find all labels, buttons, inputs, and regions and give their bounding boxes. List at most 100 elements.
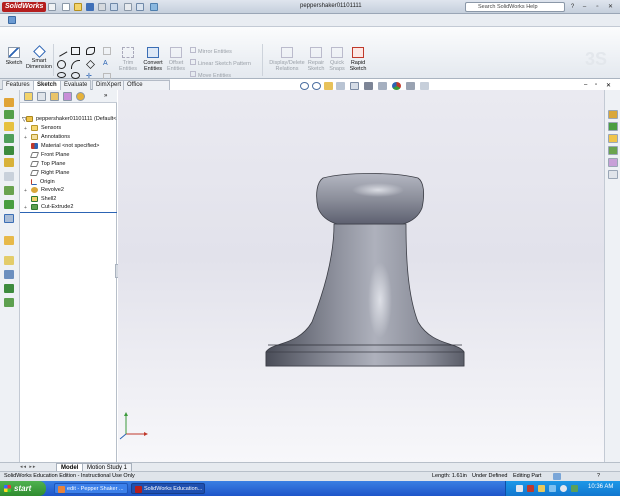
tab-sketch[interactable]: Sketch [33, 80, 61, 90]
tray-icon[interactable] [571, 485, 578, 492]
arrow-menu-icon[interactable] [48, 3, 56, 11]
start-button[interactable]: start [0, 481, 46, 496]
arc-icon[interactable] [71, 60, 80, 69]
polygon-icon[interactable] [86, 60, 95, 69]
rebuild-icon[interactable] [136, 3, 144, 11]
open-folder-icon[interactable] [74, 3, 82, 11]
tray-icon[interactable] [527, 485, 534, 492]
apply-scene-icon[interactable] [406, 82, 415, 90]
smart-dimension-button[interactable]: Smart Dimension [26, 45, 52, 70]
rib-icon[interactable] [4, 200, 14, 209]
sketch-line-icon[interactable] [4, 270, 14, 279]
relation-icon[interactable] [4, 298, 14, 307]
fillet-icon[interactable] [103, 47, 111, 55]
help-icon[interactable]: ? [568, 3, 577, 11]
zoom-to-fit-icon[interactable] [300, 82, 309, 90]
tray-icon[interactable] [538, 485, 545, 492]
move-entities-button[interactable]: Move Entities [190, 71, 231, 79]
quick-snaps-button[interactable]: Quick Snaps [327, 47, 347, 72]
graphics-viewport[interactable] [118, 90, 604, 462]
save-icon[interactable] [86, 3, 94, 11]
expand-arrow-icon[interactable]: » [104, 93, 107, 99]
viewport-minimize-button[interactable]: – [584, 82, 587, 88]
slot-icon[interactable] [71, 72, 80, 79]
expand-icon[interactable]: + [24, 205, 27, 211]
previous-view-icon[interactable] [324, 82, 333, 90]
tree-item-annotations[interactable]: Annotations [31, 133, 70, 142]
rectangle-icon[interactable] [71, 47, 80, 55]
appearances-icon[interactable] [608, 158, 618, 167]
close-button[interactable]: ✕ [606, 3, 615, 11]
sweep-icon[interactable] [4, 122, 14, 131]
smart-dim-icon[interactable] [4, 284, 14, 293]
spline-icon[interactable] [86, 47, 95, 55]
rebuild-status-icon[interactable] [553, 473, 561, 480]
expand-icon[interactable]: + [24, 126, 27, 132]
tree-root[interactable]: peppershaker01101111 (Default< [26, 115, 116, 124]
display-delete-relations-button[interactable]: Display/Delete Relations [268, 47, 306, 72]
shell-icon[interactable] [4, 186, 14, 195]
file-explorer-icon[interactable] [608, 134, 618, 143]
taskbar-button-edit[interactable]: edit - Pepper Shaker ... [54, 483, 128, 494]
viewport-restore-button[interactable]: ▫ [595, 82, 597, 88]
convert-entities-button[interactable]: Convert Entities [141, 47, 165, 72]
edit-appearance-icon[interactable] [392, 82, 401, 90]
hide-show-icon[interactable] [378, 82, 387, 90]
resources-icon[interactable] [608, 110, 618, 119]
property-manager-tab-icon[interactable] [37, 92, 46, 101]
tree-item-right-plane[interactable]: Right Plane [29, 169, 69, 178]
print-icon[interactable] [98, 3, 106, 11]
restore-button[interactable]: ▫ [593, 3, 602, 11]
display-style-icon[interactable] [364, 82, 373, 90]
tree-item-top-plane[interactable]: Top Plane [29, 160, 65, 169]
extrude-icon[interactable] [4, 98, 14, 107]
trim-entities-button[interactable]: Trim Entities [118, 47, 138, 72]
circle-icon[interactable] [57, 60, 66, 69]
tray-icon[interactable] [516, 485, 523, 492]
rapid-sketch-button[interactable]: Rapid Sketch [348, 47, 368, 72]
tree-item-front-plane[interactable]: Front Plane [29, 151, 69, 160]
cut-icon[interactable] [4, 146, 14, 155]
feature-tree-tab-icon[interactable] [24, 92, 33, 101]
taskbar-button-solidworks[interactable]: SolidWorks Education... [131, 483, 205, 494]
line-icon[interactable] [55, 45, 68, 57]
tab-office-products[interactable]: Office Products [123, 80, 170, 97]
minimize-button[interactable]: – [580, 3, 589, 11]
linear-sketch-pattern-button[interactable]: Linear Sketch Pattern [190, 59, 251, 67]
tab-features[interactable]: Features [2, 80, 34, 90]
ellipse-icon[interactable] [57, 72, 66, 78]
expand-icon[interactable]: + [24, 188, 27, 194]
display-manager-tab-icon[interactable] [76, 92, 85, 101]
expand-icon[interactable]: + [24, 135, 27, 141]
tree-item-material[interactable]: Material <not specified> [31, 142, 99, 151]
search-help-input[interactable]: Search SolidWorks Help [465, 2, 565, 12]
custom-properties-icon[interactable] [608, 170, 618, 179]
pin-icon[interactable] [8, 16, 16, 24]
tree-item-sensors[interactable]: Sensors [31, 124, 61, 133]
tab-evaluate[interactable]: Evaluate [60, 80, 92, 90]
instant3d-icon[interactable] [4, 256, 14, 265]
tray-icon[interactable] [549, 485, 556, 492]
loft-icon[interactable] [4, 134, 14, 143]
dimxpert-tab-icon[interactable] [63, 92, 72, 101]
view-orientation-icon[interactable] [350, 82, 359, 90]
configuration-tab-icon[interactable] [50, 92, 59, 101]
select-icon[interactable] [124, 3, 132, 11]
new-document-icon[interactable] [62, 3, 70, 11]
rollback-bar[interactable] [20, 212, 117, 213]
fillet-feature-icon[interactable] [4, 158, 14, 167]
tray-icon[interactable] [560, 485, 567, 492]
tab-scroll-arrows-icon[interactable]: ◂◂ ▸▸ [20, 464, 36, 470]
text-icon[interactable]: A [103, 60, 108, 67]
zoom-area-icon[interactable] [312, 82, 321, 90]
options-icon[interactable] [150, 3, 158, 11]
mirror-entities-button[interactable]: Mirror Entities [190, 47, 232, 55]
reference-geometry-icon[interactable] [4, 214, 14, 223]
view-settings-icon[interactable] [420, 82, 429, 90]
design-library-icon[interactable] [608, 122, 618, 131]
curves-icon[interactable] [4, 236, 14, 245]
section-view-icon[interactable] [336, 82, 345, 90]
offset-entities-button[interactable]: Offset Entities [166, 47, 186, 72]
undo-icon[interactable] [110, 3, 118, 11]
sketch-button[interactable]: Sketch [4, 47, 24, 66]
